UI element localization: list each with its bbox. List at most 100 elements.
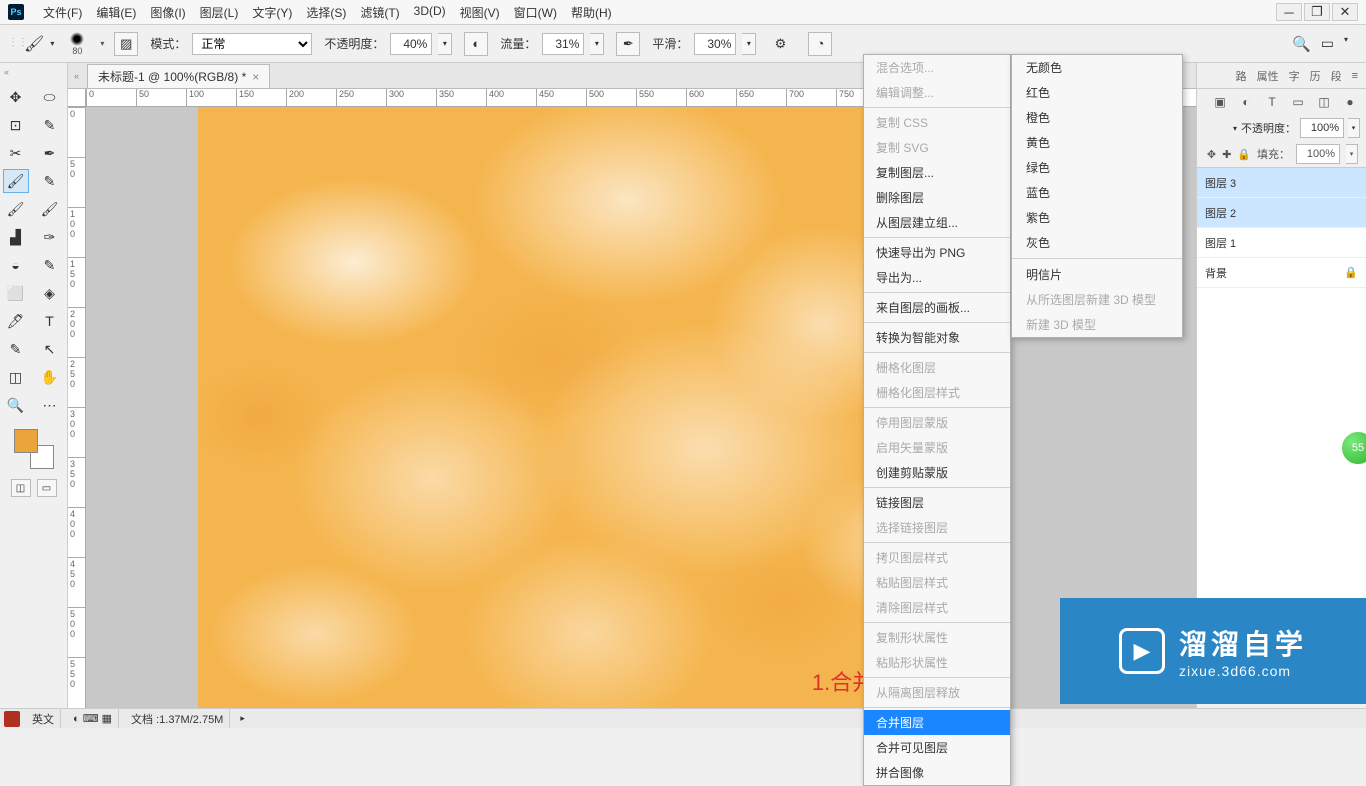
menu-item[interactable]: 选择(S) — [299, 4, 353, 21]
panel-tab[interactable]: 字 — [1289, 68, 1300, 84]
crop-icon[interactable]: ✚ — [1222, 148, 1231, 161]
color-swatches[interactable] — [14, 429, 54, 469]
tool-button[interactable]: ✋ — [37, 365, 63, 389]
tool-button[interactable]: 🔍 — [3, 393, 29, 417]
maximize-button[interactable]: ❐ — [1304, 3, 1330, 21]
menu-item[interactable]: 文字(Y) — [245, 4, 299, 21]
menu-item[interactable]: 创建剪贴蒙版 — [864, 460, 1010, 485]
menu-item[interactable]: 来自图层的画板... — [864, 295, 1010, 320]
chevron-down-icon[interactable]: ▾ — [1233, 124, 1237, 133]
panel-tab[interactable]: 段 — [1331, 68, 1342, 84]
menu-item[interactable]: 视图(V) — [453, 4, 507, 21]
screenmode-icon[interactable]: ▭ — [37, 479, 57, 497]
fill-icon[interactable]: ● — [1342, 94, 1358, 110]
chevron-down-icon[interactable]: ▾ — [742, 33, 756, 55]
tool-button[interactable]: ⬭ — [37, 85, 63, 109]
tool-button[interactable]: ▟ — [3, 225, 29, 249]
chevron-down-icon[interactable]: ▾ — [100, 39, 108, 48]
menu-item[interactable]: 3D(D) — [407, 4, 453, 21]
tool-button[interactable]: ✒ — [37, 141, 63, 165]
menu-item[interactable]: 编辑(E) — [89, 4, 143, 21]
layer-opacity-input[interactable]: 100% — [1300, 118, 1344, 138]
menu-item[interactable]: 无颜色 — [1012, 55, 1182, 80]
menu-item[interactable]: 快速导出为 PNG — [864, 240, 1010, 265]
menu-item[interactable]: 图层(L) — [193, 4, 246, 21]
tool-button[interactable]: ✎ — [37, 253, 63, 277]
vertical-ruler[interactable]: 050100150200250300350400450500550 — [68, 107, 86, 708]
chevron-down-icon[interactable]: ▾ — [590, 33, 604, 55]
menu-item[interactable]: 绿色 — [1012, 155, 1182, 180]
close-button[interactable]: ✕ — [1332, 3, 1358, 21]
menu-item[interactable]: 黄色 — [1012, 130, 1182, 155]
tool-button[interactable]: ✎ — [3, 337, 29, 361]
menu-item[interactable]: 合并可见图层 — [864, 735, 1010, 760]
quickmask-icon[interactable]: ◫ — [11, 479, 31, 497]
tool-button[interactable]: ⋯ — [37, 393, 63, 417]
collapse-icon[interactable]: « — [68, 71, 85, 81]
layer-item[interactable]: 背景🔒 — [1197, 258, 1366, 288]
tool-button[interactable]: ⊡ — [3, 113, 29, 137]
collapse-icon[interactable]: « — [0, 67, 9, 81]
menu-item[interactable]: 拼合图像 — [864, 760, 1010, 785]
menu-item[interactable]: 帮助(H) — [564, 4, 619, 21]
menu-item[interactable]: 链接图层 — [864, 490, 1010, 515]
tool-button[interactable]: ✑ — [37, 225, 63, 249]
tool-button[interactable]: ◒ — [3, 253, 29, 277]
close-icon[interactable]: × — [252, 70, 259, 84]
smooth-input[interactable]: 30% — [694, 33, 736, 55]
tool-button[interactable]: ◈ — [37, 281, 63, 305]
panel-menu-icon[interactable]: ≡ — [1352, 70, 1358, 82]
canvas-image[interactable]: 1.合并图层 ➘ — [198, 107, 978, 708]
fill-input[interactable]: 100% — [1296, 144, 1340, 164]
ime-icon[interactable] — [4, 711, 20, 727]
brush-panel-icon[interactable]: ▨ — [114, 32, 138, 56]
pressure-opacity-icon[interactable]: ◐ — [464, 32, 488, 56]
layer-item[interactable]: 图层 3 — [1197, 168, 1366, 198]
menu-item[interactable]: 灰色 — [1012, 230, 1182, 255]
menu-item[interactable]: 窗口(W) — [507, 4, 564, 21]
chevron-down-icon[interactable]: ▾ — [1346, 144, 1358, 164]
menu-item[interactable]: 明信片 — [1012, 262, 1182, 287]
brush-tool-icon[interactable]: 🖌 — [24, 34, 44, 54]
menu-item[interactable]: 导出为... — [864, 265, 1010, 290]
menu-item[interactable]: 图像(I) — [143, 4, 192, 21]
tool-button[interactable]: T — [37, 309, 63, 333]
adjust-icon[interactable]: ◐ — [1238, 94, 1254, 110]
frame-icon[interactable]: ▭ — [1321, 35, 1334, 53]
menu-item[interactable]: 转换为智能对象 — [864, 325, 1010, 350]
menu-item[interactable]: 从图层建立组... — [864, 210, 1010, 235]
search-icon[interactable]: 🔍 — [1292, 35, 1311, 53]
menu-item[interactable]: 橙色 — [1012, 105, 1182, 130]
mode-select[interactable]: 正常 — [192, 33, 312, 55]
airbrush-icon[interactable]: ✒ — [616, 32, 640, 56]
flow-input[interactable]: 31% — [542, 33, 584, 55]
tool-button[interactable]: ↖ — [37, 337, 63, 361]
menu-item[interactable]: 复制图层... — [864, 160, 1010, 185]
image-icon[interactable]: ▣ — [1212, 94, 1228, 110]
tool-button[interactable]: ✎ — [37, 169, 63, 193]
tool-button[interactable]: ✥ — [3, 85, 29, 109]
chevron-down-icon[interactable]: ▾ — [438, 33, 452, 55]
tool-button[interactable]: 🖌 — [3, 197, 29, 221]
document-tab[interactable]: 未标题-1 @ 100%(RGB/8) * × — [87, 64, 270, 88]
tool-button[interactable]: ◫ — [3, 365, 29, 389]
minimize-button[interactable]: － — [1276, 3, 1302, 21]
menu-item[interactable]: 删除图层 — [864, 185, 1010, 210]
tool-button[interactable]: ✎ — [37, 113, 63, 137]
tool-button[interactable]: ⬜ — [3, 281, 29, 305]
menu-item[interactable]: 蓝色 — [1012, 180, 1182, 205]
chevron-down-icon[interactable]: ▾ — [1348, 118, 1360, 138]
tool-button[interactable]: 🖌 — [3, 169, 29, 193]
panel-tab[interactable]: 历 — [1310, 68, 1321, 84]
ime-mode-icons[interactable]: ◐ ⌨ ▦ — [67, 709, 119, 728]
opacity-input[interactable]: 40% — [390, 33, 432, 55]
panel-tab[interactable]: 路 — [1236, 68, 1247, 84]
menu-item[interactable]: 红色 — [1012, 80, 1182, 105]
gear-icon[interactable]: ⚙ — [768, 32, 792, 56]
chevron-right-icon[interactable]: ▸ — [236, 713, 245, 724]
brush-preview[interactable]: 80 — [60, 29, 94, 59]
tool-button[interactable]: 🖌 — [37, 197, 63, 221]
pressure-size-icon[interactable]: ◔ — [808, 32, 832, 56]
menu-item[interactable]: 合并图层 — [864, 710, 1010, 735]
menu-item[interactable]: 滤镜(T) — [353, 4, 406, 21]
